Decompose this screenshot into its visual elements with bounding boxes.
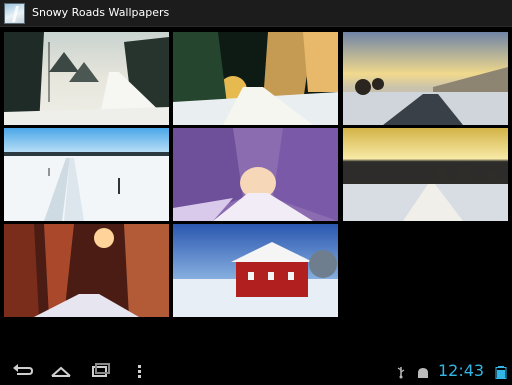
wallpaper-misty-forest-road[interactable] [4,32,169,125]
android-icon [415,364,431,378]
system-navigation-bar [0,357,512,384]
wallpaper-purple-tree-tunnel[interactable] [173,128,338,221]
battery-icon [494,364,508,379]
home-icon[interactable] [46,361,76,381]
wallpaper-red-house-snow[interactable] [173,224,338,317]
app-title: Snowy Roads Wallpapers [32,6,170,19]
back-icon[interactable] [7,361,37,381]
wallpaper-grid [0,27,512,357]
usb-icon [396,364,406,379]
app-icon[interactable] [4,3,25,24]
wallpaper-orange-sun-forest[interactable] [4,224,169,317]
recent-apps-icon[interactable] [86,361,116,381]
action-bar: Snowy Roads Wallpapers [0,0,512,27]
wallpaper-night-snow-trees[interactable] [173,32,338,125]
menu-icon[interactable] [131,361,147,381]
wallpaper-sunset-road[interactable] [343,32,508,125]
status-clock: 12:43 [438,361,485,380]
wallpaper-snow-field-tracks[interactable] [4,128,169,221]
wallpaper-golden-sunrise-road[interactable] [343,128,508,221]
